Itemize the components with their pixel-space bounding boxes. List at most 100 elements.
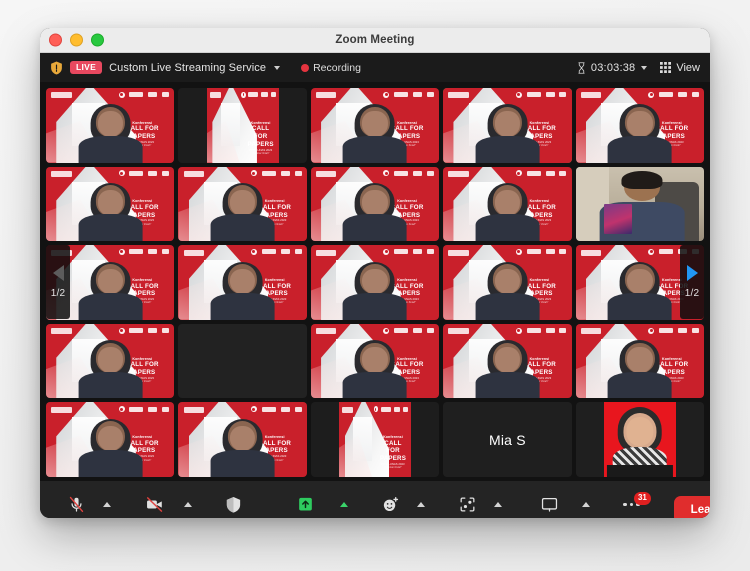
arrow-left-icon: [52, 264, 64, 281]
maximize-button[interactable]: [91, 33, 104, 47]
close-button[interactable]: [49, 33, 62, 47]
partner-logo-icon: [261, 92, 268, 98]
chevron-up-icon[interactable]: [494, 502, 503, 507]
participant-tile[interactable]: Konferensi CALL FOR PAPERS PPSN-UNAS 202…: [310, 323, 440, 399]
recording-indicator[interactable]: Recording: [301, 62, 361, 74]
participant-tile[interactable]: [178, 323, 307, 399]
partner-logo-icon: [248, 92, 259, 98]
asean-logo-icon: [515, 170, 522, 177]
vbg-left-logo: [315, 249, 337, 256]
chevron-down-icon[interactable]: [641, 65, 648, 70]
participant-tile[interactable]: Konferensi CALL FOR PAPERS PPSN-UNAS 202…: [575, 323, 704, 399]
vbg-logo-row: [240, 170, 302, 177]
toolbar-button-reactions[interactable]: Reactions: [368, 491, 412, 518]
partner-logo-icon: [659, 249, 674, 255]
vbg-left-logo: [448, 171, 469, 178]
participant-tile[interactable]: Konferensi CALL FOR PAPERS PPSN-UNAS 202…: [46, 88, 175, 163]
chevron-up-icon[interactable]: [581, 502, 590, 507]
participant-tile[interactable]: Mia S: [443, 402, 572, 477]
asean-logo-icon: [515, 327, 522, 334]
toolbar-button-share-screen[interactable]: Share Screen: [276, 491, 335, 518]
partner-logo-icon: [148, 170, 158, 176]
partner-logo-icon: [394, 328, 409, 334]
vbg-logo-row: [108, 170, 170, 177]
partner-logo-icon: [148, 249, 158, 255]
participant-tile[interactable]: Konferensi CALL FOR PAPERS PPSN-UNAS 202…: [46, 402, 175, 477]
next-page-button[interactable]: 1/2: [680, 244, 704, 319]
participant-tile[interactable]: Konferensi CALL FOR PAPERS PPSN-UNAS 202…: [178, 88, 307, 163]
minimize-button[interactable]: [70, 33, 83, 47]
asean-logo-icon: [250, 248, 257, 255]
toolbar-cluster-apps: Apps: [445, 491, 503, 518]
shield-icon: [50, 61, 63, 75]
virtual-background: Konferensi CALL FOR PAPERS PPSN-UNAS 202…: [339, 402, 411, 477]
participant-torso: [78, 135, 143, 163]
toolbar-button-more[interactable]: 31 More: [610, 491, 654, 518]
meeting-timer[interactable]: 03:03:38: [577, 62, 648, 74]
participant-tile[interactable]: Konferensi CALL FOR PAPERS PPSN-UNAS 202…: [178, 245, 307, 320]
participant-tile[interactable]: Konferensi CALL FOR PAPERS PPSN-UNAS 202…: [310, 88, 440, 163]
participant-tile[interactable]: Konferensi CALL FOR PAPERS PPSN-UNAS 202…: [443, 245, 572, 320]
toolbar-button-whiteboards[interactable]: Whiteboards: [522, 491, 576, 518]
participant-tile[interactable]: Konferensi CALL FOR PAPERS PPSN-UNAS 202…: [575, 88, 704, 163]
chevron-up-icon[interactable]: [103, 502, 111, 507]
participant-torso: [342, 214, 408, 242]
partner-logo-icon: [129, 92, 144, 98]
live-stream-service-label[interactable]: Custom Live Streaming Service: [109, 62, 266, 74]
vbg-left-logo: [341, 406, 354, 413]
partner-logo-icon: [427, 92, 435, 98]
vbg-left-logo: [51, 171, 72, 178]
asean-logo-icon: [648, 327, 655, 334]
participant-tile[interactable]: Konferensi CALL FOR PAPERS PPSN-UNAS 202…: [443, 166, 572, 242]
participant-tile[interactable]: Konferensi CALL FOR PAPERS PPSN-UNAS 202…: [310, 166, 440, 242]
chevron-up-icon[interactable]: [183, 502, 192, 507]
vbg-left-logo: [51, 92, 72, 99]
participant-torso: [78, 214, 143, 242]
participant-torso: [78, 371, 143, 399]
vbg-logo-row: [240, 406, 302, 413]
asean-logo-icon: [383, 91, 390, 98]
chevron-down-icon[interactable]: [274, 65, 281, 70]
toolbar-button-security[interactable]: Security: [212, 491, 256, 518]
participant-tile[interactable]: [575, 402, 704, 477]
vbg-left-logo: [315, 171, 337, 178]
chevron-up-icon[interactable]: [417, 502, 426, 507]
partner-logo-icon: [129, 328, 144, 334]
asean-logo-icon: [118, 248, 125, 255]
partner-logo-icon: [162, 249, 170, 255]
vbg-left-logo: [51, 406, 72, 413]
participant-video-figure: [606, 340, 673, 399]
partner-logo-icon: [380, 406, 391, 412]
participant-torso: [210, 450, 275, 477]
asean-logo-icon: [373, 406, 378, 413]
vbg-line2: CALL FOR PAPERS: [379, 439, 407, 463]
participant-tile[interactable]: Konferensi CALL FOR PAPERS PPSN-UNAS 202…: [178, 166, 307, 242]
toolbar-button-start-video[interactable]: Start Video: [131, 491, 179, 518]
toolbar-button-apps[interactable]: Apps: [445, 491, 489, 518]
participant-tile[interactable]: Konferensi CALL FOR PAPERS PPSN-UNAS 202…: [46, 323, 175, 399]
asean-logo-icon: [250, 406, 257, 413]
view-button[interactable]: View: [660, 62, 700, 74]
vbg-panel: [353, 417, 373, 461]
participant-hair: [621, 171, 663, 189]
participant-video-figure: [342, 183, 409, 242]
participant-tile[interactable]: Konferensi CALL FOR PAPERS PPSN-UNAS 202…: [178, 402, 307, 477]
participant-tile[interactable]: [575, 166, 704, 242]
partner-logo-icon: [261, 406, 276, 412]
previous-page-button[interactable]: 1/2: [46, 244, 70, 319]
participant-tile[interactable]: Konferensi CALL FOR PAPERS PPSN-UNAS 202…: [46, 166, 175, 242]
leave-button[interactable]: Leave: [673, 496, 710, 518]
participant-tile[interactable]: Konferensi CALL FOR PAPERS PPSN-UNAS 202…: [310, 402, 440, 477]
participant-tile[interactable]: Konferensi CALL FOR PAPERS PPSN-UNAS 202…: [310, 245, 440, 320]
toolbar-button-unmute[interactable]: Unmute: [54, 491, 98, 518]
chevron-up-icon[interactable]: [340, 502, 349, 507]
participant-torso: [210, 293, 275, 320]
asean-logo-icon: [515, 91, 522, 98]
participant-face: [494, 189, 521, 216]
participant-tile[interactable]: Konferensi CALL FOR PAPERS PPSN-UNAS 202…: [443, 323, 572, 399]
participant-tile[interactable]: Konferensi CALL FOR PAPERS PPSN-UNAS 202…: [443, 88, 572, 163]
participant-video-figure: [209, 418, 276, 477]
participant-video-figure: [474, 183, 541, 242]
vbg-line1: Konferensi: [250, 120, 271, 125]
vbg-logo-row: [372, 170, 435, 177]
